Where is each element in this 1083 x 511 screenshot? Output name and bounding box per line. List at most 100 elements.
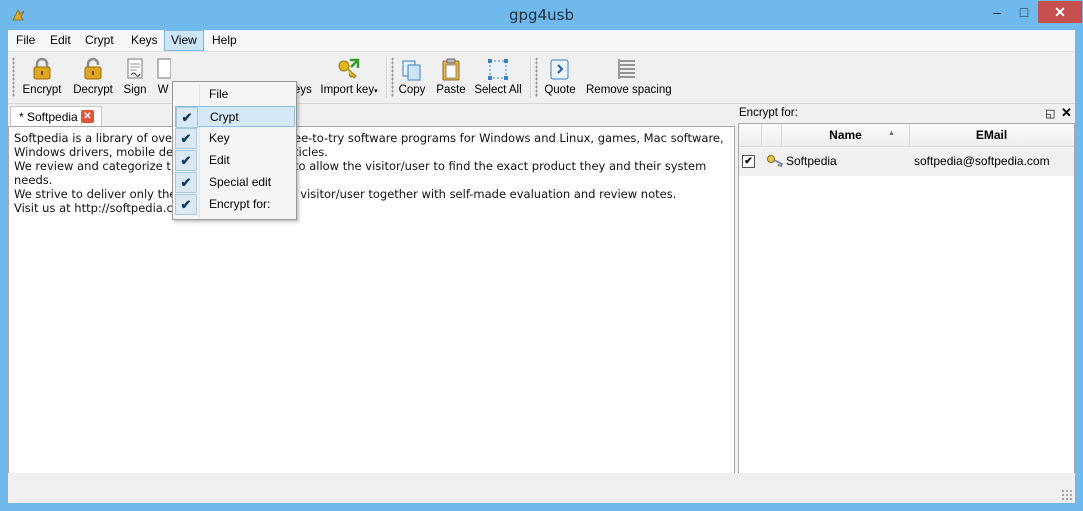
editor-line: Visit us at http://softpedia.com <box>14 201 192 215</box>
header-check-column[interactable] <box>739 124 762 146</box>
encrypt-button[interactable]: Encrypt <box>20 55 64 101</box>
import-key-button[interactable]: Import key▾ <box>319 55 379 101</box>
maximize-button[interactable]: □ <box>1011 1 1037 23</box>
sign-button[interactable]: Sign <box>121 55 149 101</box>
toolbar-separator-2 <box>530 57 532 98</box>
menu-item-label: Special edit <box>209 175 272 189</box>
view-menu-item-special-edit[interactable]: ✔ Special edit <box>175 172 293 193</box>
editor-line: needs. <box>14 173 53 187</box>
editor-line: Windows drivers, mobile dev <box>14 145 180 159</box>
decrypt-label: Decrypt <box>73 84 113 96</box>
menu-item-label: Key <box>209 131 230 145</box>
header-email[interactable]: EMail <box>910 124 1073 146</box>
title-bar: gpg4usb – □ ✕ <box>0 0 1083 30</box>
toolbar-separator <box>386 57 388 98</box>
remove-spacing-button[interactable]: Remove spacing <box>586 55 672 101</box>
table-row[interactable]: ✔ Softpedia softpedia@softpedia.com <box>739 148 1074 176</box>
toolbar: Encrypt Decrypt Sign W keys Import key▾ … <box>8 52 1075 104</box>
panel-title: Encrypt for: <box>739 107 798 119</box>
select-all-button[interactable]: Select All <box>474 55 522 101</box>
text-editor[interactable]: Softpedia is a library of over ee-to-try… <box>8 126 735 474</box>
menu-item-label: Edit <box>209 153 230 167</box>
close-button[interactable]: ✕ <box>1038 1 1082 23</box>
quote-button[interactable]: Quote <box>542 55 578 101</box>
row-name: Softpedia <box>786 154 837 168</box>
toolbar-grip-3[interactable] <box>535 57 538 97</box>
decrypt-button[interactable]: Decrypt <box>69 55 117 101</box>
menu-keys[interactable]: Keys <box>125 30 164 51</box>
header-icon-column[interactable] <box>762 124 782 146</box>
menu-item-label: Crypt <box>210 110 239 124</box>
editor-line: ticles. <box>294 145 328 159</box>
client-area: File Edit Crypt Keys View Help Encrypt D… <box>8 30 1075 503</box>
menu-view[interactable]: View <box>164 30 204 51</box>
check-icon: ✔ <box>176 107 198 128</box>
menu-item-label: Encrypt for: <box>209 197 271 211</box>
verify-label: W <box>157 84 169 96</box>
editor-line: Softpedia is a library of over <box>14 131 177 145</box>
minimize-button[interactable]: – <box>984 1 1010 23</box>
view-menu-item-edit[interactable]: ✔ Edit <box>175 150 293 171</box>
menu-crypt[interactable]: Crypt <box>79 30 120 51</box>
verify-button[interactable]: W <box>154 55 172 101</box>
view-menu-item-crypt[interactable]: ✔ Crypt <box>175 106 295 128</box>
menu-file[interactable]: File <box>10 30 41 51</box>
quote-label: Quote <box>544 84 576 96</box>
key-list[interactable]: ▲ Name EMail ✔ Softpedia softpedia@softp… <box>738 123 1075 475</box>
sign-document-icon <box>127 58 143 79</box>
menu-bar: File Edit Crypt Keys View Help <box>8 30 1075 52</box>
editor-line: We review and categorize t <box>14 159 171 173</box>
view-menu-dropdown: File ✔ Crypt ✔ Key ✔ Edit ✔ Special edit… <box>172 81 297 220</box>
editor-line: to allow the visitor/user to find the ex… <box>294 159 707 173</box>
keypair-icon <box>767 155 784 168</box>
toolbar-grip-2[interactable] <box>391 57 394 97</box>
key-list-header: ▲ Name EMail <box>739 124 1074 147</box>
editor-line: ee-to-try software programs for Windows … <box>294 131 724 145</box>
encrypt-label: Encrypt <box>22 84 62 96</box>
view-menu-item-encrypt-for[interactable]: ✔ Encrypt for: <box>175 194 293 215</box>
tab-label: * Softpedia <box>19 110 78 124</box>
resize-grip[interactable] <box>1061 489 1073 501</box>
menu-item-label: File <box>209 87 229 101</box>
select-all-icon <box>488 59 508 80</box>
copy-button[interactable]: Copy <box>397 55 427 101</box>
row-checkbox[interactable]: ✔ <box>742 155 755 168</box>
sort-ascending-icon: ▲ <box>888 130 895 137</box>
append-keys-icon <box>290 57 310 81</box>
paste-icon <box>442 58 460 81</box>
lock-icon <box>33 57 51 80</box>
paste-button[interactable]: Paste <box>434 55 468 101</box>
paste-label: Paste <box>436 84 466 96</box>
verify-document-icon <box>157 58 171 79</box>
remove-spacing-icon <box>618 59 635 79</box>
editor-line: We strive to deliver only the best produ… <box>14 187 677 201</box>
view-menu-item-file[interactable]: File <box>175 84 293 105</box>
copy-icon <box>402 60 421 81</box>
close-panel-icon[interactable]: ✕ <box>1061 105 1072 121</box>
select-all-label: Select All <box>474 84 522 96</box>
encrypt-for-panel: Encrypt for: ◱ ✕ ▲ Name EMail ✔ Softpedi… <box>738 103 1075 475</box>
import-key-label: Import key▾ <box>320 84 378 96</box>
tab-close-icon[interactable]: ✕ <box>81 110 94 123</box>
import-key-icon <box>338 58 360 79</box>
app-window: gpg4usb – □ ✕ File Edit Crypt Keys View … <box>0 0 1083 511</box>
row-email: softpedia@softpedia.com <box>914 154 1050 168</box>
toolbar-grip[interactable] <box>12 57 15 97</box>
float-panel-icon[interactable]: ◱ <box>1045 107 1055 120</box>
unlock-icon <box>84 57 102 80</box>
check-icon: ✔ <box>175 172 197 193</box>
panel-title-bar: Encrypt for: ◱ ✕ <box>738 105 1075 121</box>
header-name[interactable]: ▲ Name <box>782 124 910 146</box>
copy-label: Copy <box>398 84 426 96</box>
view-menu-item-key[interactable]: ✔ Key <box>175 128 293 149</box>
check-icon: ✔ <box>175 150 197 171</box>
menu-help[interactable]: Help <box>206 30 243 51</box>
status-bar <box>8 473 1075 503</box>
check-icon: ✔ <box>175 194 197 215</box>
sign-label: Sign <box>123 84 147 96</box>
window-title: gpg4usb <box>509 6 574 24</box>
quote-icon <box>550 59 569 80</box>
remove-spacing-label: Remove spacing <box>586 84 672 96</box>
menu-edit[interactable]: Edit <box>44 30 77 51</box>
tab-softpedia[interactable]: * Softpedia ✕ <box>10 106 102 127</box>
